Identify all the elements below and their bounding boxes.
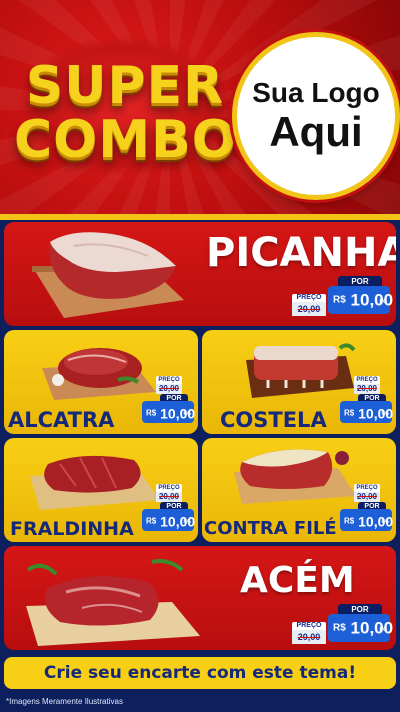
- product-card-picanha[interactable]: PICANHA PREÇO 20,00 POR R$ 10,00 KG: [4, 222, 396, 326]
- old-price: 20,00: [156, 492, 182, 502]
- old-price-label: PREÇO: [156, 484, 182, 492]
- product-card-acem[interactable]: ACÉM PREÇO 20,00 POR R$ 10,00 KG: [4, 546, 396, 650]
- product-name: CONTRA FILÉ: [204, 518, 337, 539]
- header-banner: SUPER COMBO Sua Logo Aqui: [0, 0, 400, 216]
- contra-file-image: [234, 449, 356, 504]
- product-name: ALCATRA: [8, 408, 115, 432]
- price-tag: PREÇO 20,00 POR R$ 10,00 KG: [142, 484, 198, 531]
- currency-symbol: R$: [146, 408, 157, 418]
- header-divider: [0, 214, 400, 220]
- alcatra-image: [42, 348, 156, 400]
- price-tag: PREÇO 20,00 POR R$ 10,00 KG: [142, 376, 198, 423]
- old-price: 20,00: [156, 384, 182, 394]
- old-price-label: PREÇO: [292, 294, 326, 302]
- unit-label: KG: [183, 411, 192, 417]
- logo-text-line1: Sua Logo: [252, 77, 380, 108]
- price-tag: PREÇO 20,00 POR R$ 10,00 KG: [340, 484, 396, 531]
- unit-label: KG: [379, 627, 388, 633]
- price-tag: PREÇO 20,00 POR R$ 10,00 KG: [292, 604, 393, 648]
- old-price: 20,00: [354, 384, 380, 394]
- disclaimer-text: *Imagens Meramente Ilustrativas: [6, 697, 123, 706]
- new-price-box: R$ 10,00 KG: [328, 286, 393, 314]
- product-name: FRALDINHA: [10, 518, 134, 540]
- title-super: SUPER: [25, 56, 225, 116]
- unit-label: KG: [183, 519, 192, 525]
- logo-text-line2: Aqui: [269, 108, 363, 155]
- product-card-costela[interactable]: COSTELA PREÇO 20,00 POR R$ 10,00 KG: [202, 330, 396, 434]
- unit-label: KG: [381, 519, 390, 525]
- unit-label: KG: [379, 299, 388, 305]
- currency-symbol: R$: [333, 294, 346, 306]
- old-price: 20,00: [354, 492, 380, 502]
- cta-banner[interactable]: Crie seu encarte com este tema!: [4, 657, 396, 689]
- product-card-alcatra[interactable]: ALCATRA PREÇO 20,00 POR R$ 10,00 KG: [4, 330, 198, 434]
- price-tag: PREÇO 20,00 POR R$ 10,00 KG: [292, 276, 393, 320]
- acem-image: [26, 559, 200, 646]
- old-price: 20,00: [292, 630, 326, 644]
- new-price-box: R$ 10,00 KG: [340, 401, 393, 423]
- unit-label: KG: [381, 411, 390, 417]
- product-card-fraldinha[interactable]: FRALDINHA PREÇO 20,00 POR R$ 10,00 KG: [4, 438, 198, 542]
- old-price-label: PREÇO: [354, 484, 380, 492]
- old-price-label: PREÇO: [156, 376, 182, 384]
- price-tag: PREÇO 20,00 POR R$ 10,00 KG: [340, 376, 396, 423]
- product-name: ACÉM: [240, 560, 355, 601]
- currency-symbol: R$: [146, 516, 157, 526]
- new-price-box: R$ 10,00 KG: [142, 509, 195, 531]
- picanha-image: [32, 232, 184, 318]
- product-name: COSTELA: [220, 408, 327, 432]
- new-price-box: R$ 10,00 KG: [142, 401, 195, 423]
- currency-symbol: R$: [333, 622, 346, 634]
- old-price-label: PREÇO: [292, 622, 326, 630]
- currency-symbol: R$: [344, 516, 355, 526]
- currency-symbol: R$: [344, 408, 355, 418]
- logo-placeholder[interactable]: Sua Logo Aqui: [232, 32, 400, 200]
- title-combo: COMBO: [14, 110, 237, 170]
- product-card-contra-file[interactable]: CONTRA FILÉ PREÇO 20,00 POR R$ 10,00 KG: [202, 438, 396, 542]
- new-price-box: R$ 10,00 KG: [340, 509, 393, 531]
- old-price-label: PREÇO: [354, 376, 380, 384]
- new-price-box: R$ 10,00 KG: [328, 614, 393, 642]
- product-name: PICANHA: [206, 230, 396, 276]
- old-price: 20,00: [292, 302, 326, 316]
